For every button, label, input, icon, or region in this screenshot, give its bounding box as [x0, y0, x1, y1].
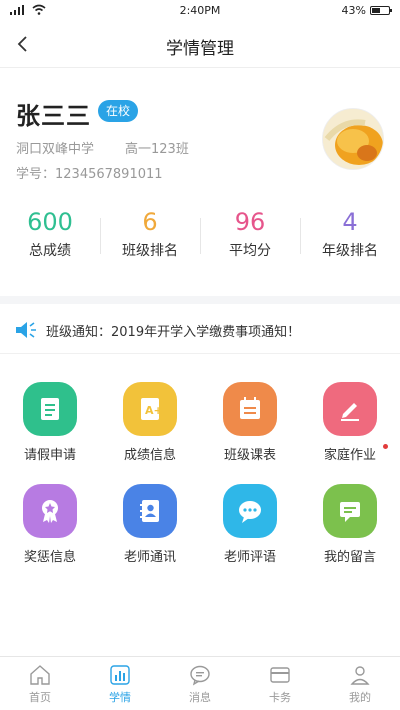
- grid-item-label: 请假申请: [23, 448, 76, 463]
- notification-dot: [383, 444, 388, 449]
- tab-card[interactable]: 卡务: [240, 657, 320, 710]
- chat-bubble-icon: [223, 484, 277, 538]
- award-icon: [23, 484, 77, 538]
- school-name: 洞口双峰中学: [16, 142, 95, 157]
- chart-icon: [110, 665, 130, 685]
- grade-a-plus-icon: A+: [123, 382, 177, 436]
- battery-percent: 43%: [341, 4, 366, 17]
- grid-item-leave-request[interactable]: 请假申请: [0, 372, 100, 474]
- stat-label: 年级排名: [322, 243, 378, 259]
- feature-grid: 请假申请 A+ 成绩信息 班级课表 家庭作业 奖惩信息 老师通讯 老师评语 我的…: [0, 372, 400, 576]
- grid-item-grades[interactable]: A+ 成绩信息: [100, 372, 200, 474]
- stat-value: 600: [27, 208, 73, 236]
- stat-class-rank[interactable]: 6 班级排名: [100, 198, 200, 288]
- tab-profile[interactable]: 我的: [320, 657, 400, 710]
- stat-label: 班级排名: [122, 243, 178, 259]
- grid-item-label: 成绩信息: [123, 448, 176, 463]
- grid-item-label: 我的留言: [323, 550, 376, 565]
- grid-item-my-messages[interactable]: 我的留言: [300, 474, 400, 576]
- tab-study[interactable]: 学情: [80, 657, 160, 710]
- stat-value: 4: [342, 208, 358, 236]
- profile-card: 张三三 在校 洞口双峰中学 高一123班 学号：1234567891011: [0, 68, 400, 198]
- card-icon: [270, 667, 290, 683]
- student-id: 学号：1234567891011: [16, 167, 163, 182]
- section-divider: [0, 296, 400, 304]
- grid-row: 请假申请 A+ 成绩信息 班级课表 家庭作业: [0, 372, 400, 474]
- bottom-tab-bar: 首页 学情 消息 卡务 我的: [0, 656, 400, 710]
- speaker-icon: [16, 322, 36, 338]
- stat-total-score[interactable]: 600 总成绩: [0, 198, 100, 288]
- stat-grade-rank[interactable]: 4 年级排名: [300, 198, 400, 288]
- avatar-image: [323, 109, 383, 169]
- header: 学情管理: [0, 22, 400, 68]
- page-title: 学情管理: [166, 39, 234, 59]
- message-icon: [323, 484, 377, 538]
- status-bar: 2:40PM 43%: [0, 0, 400, 22]
- grid-item-label: 班级课表: [223, 448, 276, 463]
- status-icons-right: 43%: [341, 4, 392, 17]
- svg-text:A+: A+: [145, 404, 163, 417]
- stat-label: 总成绩: [29, 243, 71, 259]
- schedule-icon: [223, 382, 277, 436]
- home-icon: [30, 665, 50, 685]
- notice-bar[interactable]: 班级通知：2019年开学入学缴费事项通知！: [0, 306, 400, 354]
- grid-item-label: 奖惩信息: [23, 550, 76, 565]
- grid-item-awards[interactable]: 奖惩信息: [0, 474, 100, 576]
- grid-item-teacher-comments[interactable]: 老师评语: [200, 474, 300, 576]
- stat-average[interactable]: 96 平均分: [200, 198, 300, 288]
- grid-item-teacher-contacts[interactable]: 老师通讯: [100, 474, 200, 576]
- tab-label: 首页: [29, 691, 51, 704]
- status-badge: 在校: [98, 100, 139, 122]
- grid-item-label: 老师评语: [223, 550, 276, 565]
- grid-item-label: 老师通讯: [123, 550, 176, 565]
- notice-text: 班级通知：2019年开学入学缴费事项通知！: [46, 325, 301, 340]
- tab-label: 卡务: [269, 691, 291, 704]
- document-icon: [23, 382, 77, 436]
- stat-value: 6: [142, 208, 158, 236]
- contacts-icon: [123, 484, 177, 538]
- student-name: 张三三: [16, 102, 91, 130]
- stat-value: 96: [234, 208, 266, 236]
- tab-home[interactable]: 首页: [0, 657, 80, 710]
- status-time: 2:40PM: [179, 4, 221, 17]
- message-bubble-icon: [190, 665, 210, 686]
- stats-row: 600 总成绩 6 班级排名 96 平均分 4 年级排名: [0, 198, 400, 288]
- tab-label: 我的: [349, 691, 371, 704]
- class-name: 高一123班: [125, 142, 189, 157]
- tab-label: 学情: [109, 691, 131, 704]
- tab-messages[interactable]: 消息: [160, 657, 240, 710]
- user-icon: [350, 666, 370, 685]
- pencil-icon: [323, 382, 377, 436]
- stat-label: 平均分: [229, 243, 271, 259]
- grid-item-schedule[interactable]: 班级课表: [200, 372, 300, 474]
- tab-label: 消息: [189, 691, 211, 704]
- grid-row: 奖惩信息 老师通讯 老师评语 我的留言: [0, 474, 400, 576]
- avatar[interactable]: [322, 108, 384, 170]
- grid-item-homework[interactable]: 家庭作业: [300, 372, 400, 474]
- battery-icon: [370, 6, 392, 15]
